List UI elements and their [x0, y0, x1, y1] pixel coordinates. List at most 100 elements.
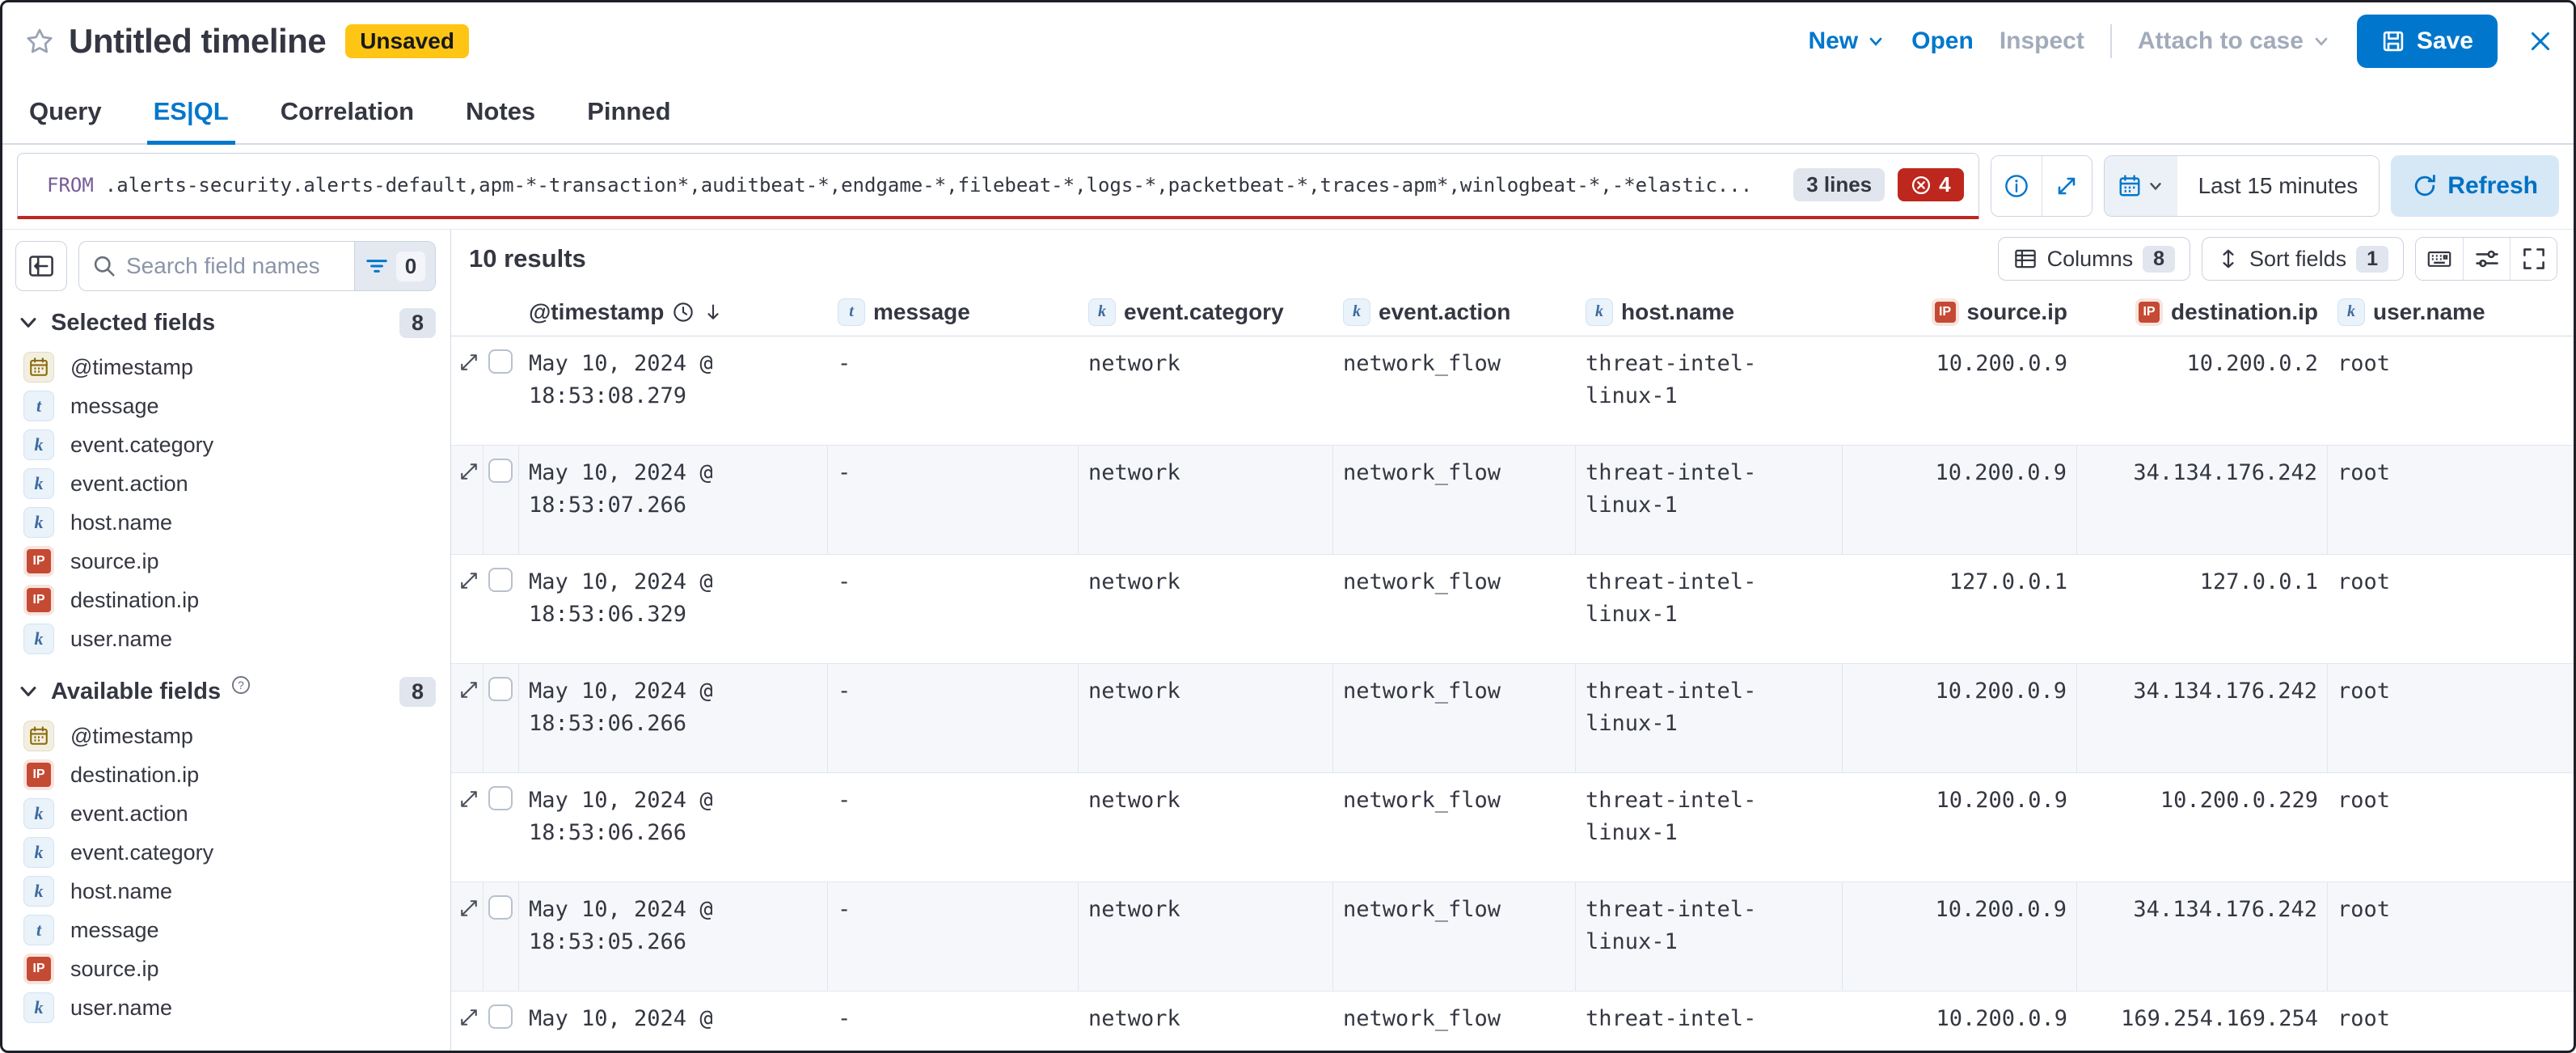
expand-event-button[interactable] — [458, 897, 480, 920]
row-checkbox[interactable] — [488, 568, 513, 592]
column-header-source-ip[interactable]: IP source.ip — [1843, 288, 2077, 336]
column-header-destination-ip[interactable]: IP destination.ip — [2077, 288, 2328, 336]
expand-event-button[interactable] — [458, 788, 480, 810]
field-name: host.name — [70, 879, 172, 904]
query-expand-button[interactable] — [2042, 156, 2092, 216]
cell-destination-ip: 34.134.176.242 — [2077, 882, 2328, 991]
favorite-star-icon[interactable] — [25, 27, 54, 56]
table-row: May 10, 2024 @ 18:53:06.266 - network ne… — [451, 773, 2574, 882]
expand-icon — [2054, 173, 2080, 199]
new-button[interactable]: New — [1808, 27, 1886, 55]
field-list-item[interactable]: @timestamp — [15, 348, 436, 387]
date-picker-menu-button[interactable] — [2105, 156, 2177, 216]
results-panel: 10 results Columns 8 Sort fields 1 — [451, 230, 2574, 1053]
column-header-user-name[interactable]: k user.name — [2328, 288, 2574, 336]
row-checkbox[interactable] — [488, 459, 513, 483]
expand-event-button[interactable] — [458, 351, 480, 374]
attach-to-case-button[interactable]: Attach to case — [2138, 27, 2331, 55]
row-checkbox[interactable] — [488, 1004, 513, 1029]
column-header-event-action[interactable]: k event.action — [1333, 288, 1576, 336]
keyword-type-icon: k — [1088, 298, 1116, 326]
sort-fields-button[interactable]: Sort fields 1 — [2202, 237, 2404, 281]
collapse-sidebar-button[interactable] — [15, 241, 67, 291]
column-header-message[interactable]: t message — [828, 288, 1079, 336]
cell-destination-ip: 10.200.0.229 — [2077, 773, 2328, 882]
field-type-icon: k — [23, 837, 54, 868]
field-list-item[interactable]: k event.category — [15, 425, 436, 464]
field-list-item[interactable]: IP source.ip — [15, 542, 436, 581]
selected-fields-header[interactable]: Selected fields 8 — [17, 304, 436, 341]
cell-event-action: network_flow — [1333, 992, 1576, 1053]
query-info-button[interactable] — [1991, 156, 2042, 216]
columns-grid-icon — [2013, 247, 2038, 271]
field-list-item[interactable]: IP destination.ip — [15, 755, 436, 794]
tab-notes[interactable]: Notes — [459, 80, 542, 143]
sliders-icon — [2474, 246, 2500, 272]
fullscreen-button[interactable] — [2510, 238, 2557, 280]
column-header-host-name[interactable]: k host.name — [1576, 288, 1843, 336]
field-list-item[interactable]: k event.action — [15, 464, 436, 503]
field-list-item[interactable]: k host.name — [15, 872, 436, 911]
field-name: event.action — [70, 801, 188, 827]
field-type-icon: k — [23, 468, 54, 499]
field-list-item[interactable]: @timestamp — [15, 717, 436, 755]
expand-event-button[interactable] — [458, 569, 480, 592]
refresh-button[interactable]: Refresh — [2391, 155, 2559, 217]
column-header-timestamp[interactable]: @timestamp — [519, 288, 828, 336]
columns-button[interactable]: Columns 8 — [1998, 237, 2190, 281]
sort-fields-button-label: Sort fields — [2249, 247, 2346, 272]
field-list-item[interactable]: k user.name — [15, 988, 436, 1027]
field-list-item[interactable]: t message — [15, 387, 436, 425]
attach-to-case-label: Attach to case — [2138, 27, 2304, 55]
tab-query[interactable]: Query — [23, 80, 108, 143]
keyboard-icon — [2426, 246, 2452, 272]
field-name: source.ip — [70, 957, 159, 982]
tab-esql[interactable]: ES|QL — [147, 80, 235, 143]
field-list-item[interactable]: k event.action — [15, 794, 436, 833]
info-icon — [2004, 173, 2029, 199]
field-list-item[interactable]: k user.name — [15, 620, 436, 658]
row-checkbox[interactable] — [488, 786, 513, 810]
esql-query-editor[interactable]: FROM .alerts-security.alerts-default,apm… — [17, 153, 1979, 219]
field-list-item[interactable]: t message — [15, 911, 436, 949]
available-fields-header[interactable]: Available fields ? 8 — [17, 673, 436, 710]
error-count-badge[interactable]: 4 — [1898, 168, 1963, 201]
row-checkbox[interactable] — [488, 677, 513, 701]
column-label: host.name — [1621, 299, 1734, 325]
inspect-button[interactable]: Inspect — [2000, 27, 2084, 55]
field-list-item[interactable]: k event.category — [15, 833, 436, 872]
cell-destination-ip: 169.254.169.254 — [2077, 992, 2328, 1053]
field-name: @timestamp — [70, 355, 193, 380]
field-name: message — [70, 918, 159, 943]
expand-event-button[interactable] — [458, 679, 480, 701]
expand-event-button[interactable] — [458, 1006, 480, 1029]
keyboard-shortcuts-button[interactable] — [2416, 238, 2463, 280]
page-title: Untitled timeline — [69, 22, 326, 61]
cell-source-ip: 10.200.0.9 — [1843, 773, 2077, 882]
chevron-down-icon — [17, 680, 40, 703]
column-header-event-category[interactable]: k event.category — [1079, 288, 1333, 336]
row-checkbox[interactable] — [488, 895, 513, 920]
cell-source-ip: 10.200.0.9 — [1843, 882, 2077, 991]
field-filter-button[interactable]: 0 — [354, 242, 435, 290]
cell-event-action: network_flow — [1333, 336, 1576, 445]
display-options-button[interactable] — [2463, 238, 2510, 280]
field-type-icon: k — [23, 429, 54, 460]
error-count: 4 — [1939, 172, 1950, 197]
search-field-names-input[interactable] — [79, 242, 354, 290]
field-list-item[interactable]: IP destination.ip — [15, 581, 436, 620]
row-checkbox[interactable] — [488, 349, 513, 374]
close-icon[interactable] — [2527, 27, 2554, 55]
cell-message: - — [828, 664, 1079, 772]
cell-timestamp: May 10, 2024 @ 18:53:08.279 — [519, 336, 828, 445]
cell-host-name: threat-intel-linux-1 — [1576, 446, 1843, 554]
cell-destination-ip: 34.134.176.242 — [2077, 446, 2328, 554]
field-list-item[interactable]: IP source.ip — [15, 949, 436, 988]
tab-correlation[interactable]: Correlation — [274, 80, 420, 143]
save-button[interactable]: Save — [2357, 15, 2498, 68]
time-range-value[interactable]: Last 15 minutes — [2177, 156, 2380, 216]
open-button[interactable]: Open — [1911, 27, 1974, 55]
field-list-item[interactable]: k host.name — [15, 503, 436, 542]
expand-event-button[interactable] — [458, 460, 480, 483]
tab-pinned[interactable]: Pinned — [581, 80, 677, 143]
